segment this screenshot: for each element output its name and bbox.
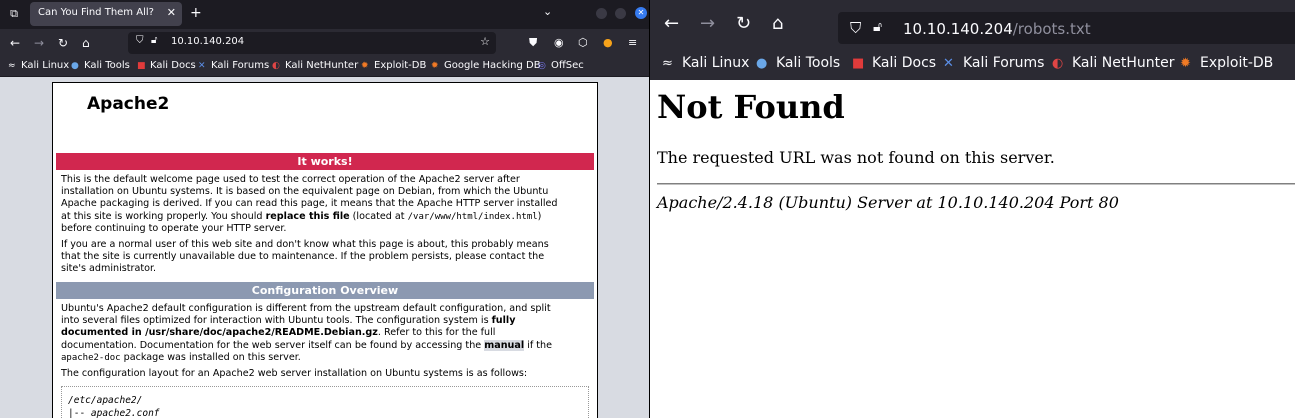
- forward-icon[interactable]: →: [34, 35, 44, 51]
- kali-forums-icon: ✕: [198, 61, 206, 71]
- bookmark-item[interactable]: ≈ Kali Linux: [8, 60, 69, 71]
- intro-paragraph: This is the default welcome page used to…: [61, 174, 558, 234]
- config-paragraph: Ubuntu's Apache2 default configuration i…: [61, 303, 553, 363]
- page-info-icon[interactable]: 🔓︎: [873, 19, 882, 35]
- section-header: Configuration Overview: [56, 282, 594, 299]
- apache-default-page: Apache2 It works! This is the default we…: [52, 82, 598, 418]
- right-browser-window: ← → ↻ ⌂ ⛉ 🔓︎ 10.10.140.204/robots.txt ≈ K…: [650, 0, 1295, 418]
- account-icon[interactable]: ◉: [554, 36, 564, 50]
- kali-icon: ≈: [662, 56, 673, 71]
- minimize-button[interactable]: [596, 8, 607, 19]
- address-bar[interactable]: ⛉ 🔓︎ 10.10.140.204/robots.txt: [838, 12, 1295, 44]
- bookmarks-toolbar: ≈ Kali Linux ● Kali Tools ■ Kali Docs ✕ Kali…: [0, 57, 649, 76]
- navigation-toolbar: ← → ↻ ⌂ ⛉ 🔓︎ 10.10.140.204/robots.txt: [650, 0, 1295, 48]
- server-signature: Apache/2.4.18 (Ubuntu) Server at 10.10.1…: [657, 193, 1119, 212]
- back-icon[interactable]: ←: [664, 14, 679, 34]
- reload-icon[interactable]: ↻: [58, 35, 68, 51]
- close-window-icon[interactable]: ✕: [635, 7, 647, 19]
- page-viewport: Not Found The requested URL was not foun…: [650, 80, 1295, 418]
- visitor-paragraph: If you are a normal user of this web sit…: [61, 239, 549, 275]
- bookmarks-toolbar: ≈ Kali Linux ● Kali Tools ■ Kali Docs ✕ Kali…: [650, 49, 1295, 79]
- kali-forums-icon: ✕: [943, 56, 954, 71]
- nethunter-icon: ◐: [272, 61, 280, 71]
- page-info-icon[interactable]: 🔓︎: [151, 35, 157, 46]
- reload-icon[interactable]: ↻: [736, 14, 751, 34]
- bookmark-item[interactable]: ■ Kali Docs: [852, 55, 936, 71]
- address-bar[interactable]: ⛉ 🔓︎ 10.10.140.204 ☆: [128, 32, 496, 54]
- tab-active[interactable]: Can You Find Them All? ✕: [30, 2, 182, 26]
- ghdb-icon: ✹: [431, 61, 439, 71]
- bookmark-item[interactable]: ■ Kali Docs: [137, 60, 196, 71]
- kali-docs-icon: ■: [852, 56, 865, 71]
- bookmark-item[interactable]: ✹ Exploit-DB: [361, 60, 426, 71]
- page-viewport: Apache2 It works! This is the default we…: [0, 77, 649, 418]
- tab-close-icon[interactable]: ✕: [167, 6, 176, 19]
- bookmark-item[interactable]: ● Kali Tools: [71, 60, 130, 71]
- error-message: The requested URL was not found on this …: [657, 148, 1055, 167]
- bookmark-item[interactable]: ◐ Kali NetHunter: [1052, 55, 1174, 71]
- bookmark-item[interactable]: ◎ OffSec: [538, 60, 584, 71]
- forward-icon[interactable]: →: [700, 14, 715, 34]
- shield-icon[interactable]: ⛉: [136, 35, 144, 46]
- bookmark-item[interactable]: ✕ Kali Forums: [943, 55, 1044, 71]
- page-title: Apache2: [87, 94, 170, 114]
- bookmark-item[interactable]: ◐ Kali NetHunter: [272, 60, 358, 71]
- bookmark-item[interactable]: ● Kali Tools: [756, 55, 840, 71]
- url-input[interactable]: 10.10.140.204: [171, 36, 244, 47]
- manual-link[interactable]: manual: [484, 339, 525, 351]
- bookmark-star-icon[interactable]: ☆: [480, 35, 490, 48]
- back-icon[interactable]: ←: [10, 35, 20, 51]
- bookmark-item[interactable]: ≈ Kali Linux: [662, 55, 749, 71]
- foxyproxy-icon[interactable]: ●: [603, 36, 613, 50]
- new-tab-button[interactable]: +: [190, 5, 202, 21]
- layout-paragraph: The configuration layout for an Apache2 …: [61, 368, 528, 379]
- url-input[interactable]: 10.10.140.204/robots.txt: [903, 20, 1091, 38]
- tab-bar: ⧉ Can You Find Them All? ✕ + ⌄ ✕: [0, 0, 649, 28]
- config-layout-code: /etc/apache2/ |-- apache2.conf: [61, 386, 589, 418]
- nethunter-icon: ◐: [1052, 56, 1064, 71]
- left-browser-window: ⧉ Can You Find Them All? ✕ + ⌄ ✕ ← → ↻ ⌂…: [0, 0, 649, 418]
- home-icon[interactable]: ⌂: [82, 35, 90, 51]
- divider: [657, 183, 1295, 185]
- list-all-tabs-button[interactable]: ⌄: [543, 5, 552, 18]
- menu-icon[interactable]: ≡: [628, 36, 637, 50]
- tab-title: Can You Find Them All?: [38, 7, 154, 18]
- offsec-icon: ◎: [538, 61, 546, 71]
- kali-docs-icon: ■: [137, 61, 146, 71]
- page-title: Not Found: [657, 88, 845, 126]
- home-icon[interactable]: ⌂: [772, 14, 783, 34]
- extensions-icon[interactable]: ⬡: [578, 36, 588, 50]
- kali-tools-icon: ●: [756, 56, 768, 71]
- maximize-button[interactable]: [615, 8, 626, 19]
- navigation-toolbar: ← → ↻ ⌂ ⛉ 🔓︎ 10.10.140.204 ☆ ⛊ ◉ ⬡ ● ≡: [0, 29, 649, 57]
- pocket-icon[interactable]: ⛊: [529, 36, 537, 50]
- tab-list-icon[interactable]: ⧉: [6, 6, 22, 22]
- bookmark-item[interactable]: ✕ Kali Forums: [198, 60, 269, 71]
- kali-tools-icon: ●: [71, 61, 79, 71]
- shield-icon[interactable]: ⛉: [850, 19, 861, 37]
- kali-icon: ≈: [8, 61, 16, 71]
- exploitdb-icon: ✹: [1180, 56, 1191, 71]
- bookmark-item[interactable]: ✹ Exploit-DB: [1180, 55, 1273, 71]
- bookmark-item[interactable]: ✹ Google Hacking DB: [431, 60, 541, 71]
- exploitdb-icon: ✹: [361, 61, 369, 71]
- section-header: It works!: [56, 153, 594, 170]
